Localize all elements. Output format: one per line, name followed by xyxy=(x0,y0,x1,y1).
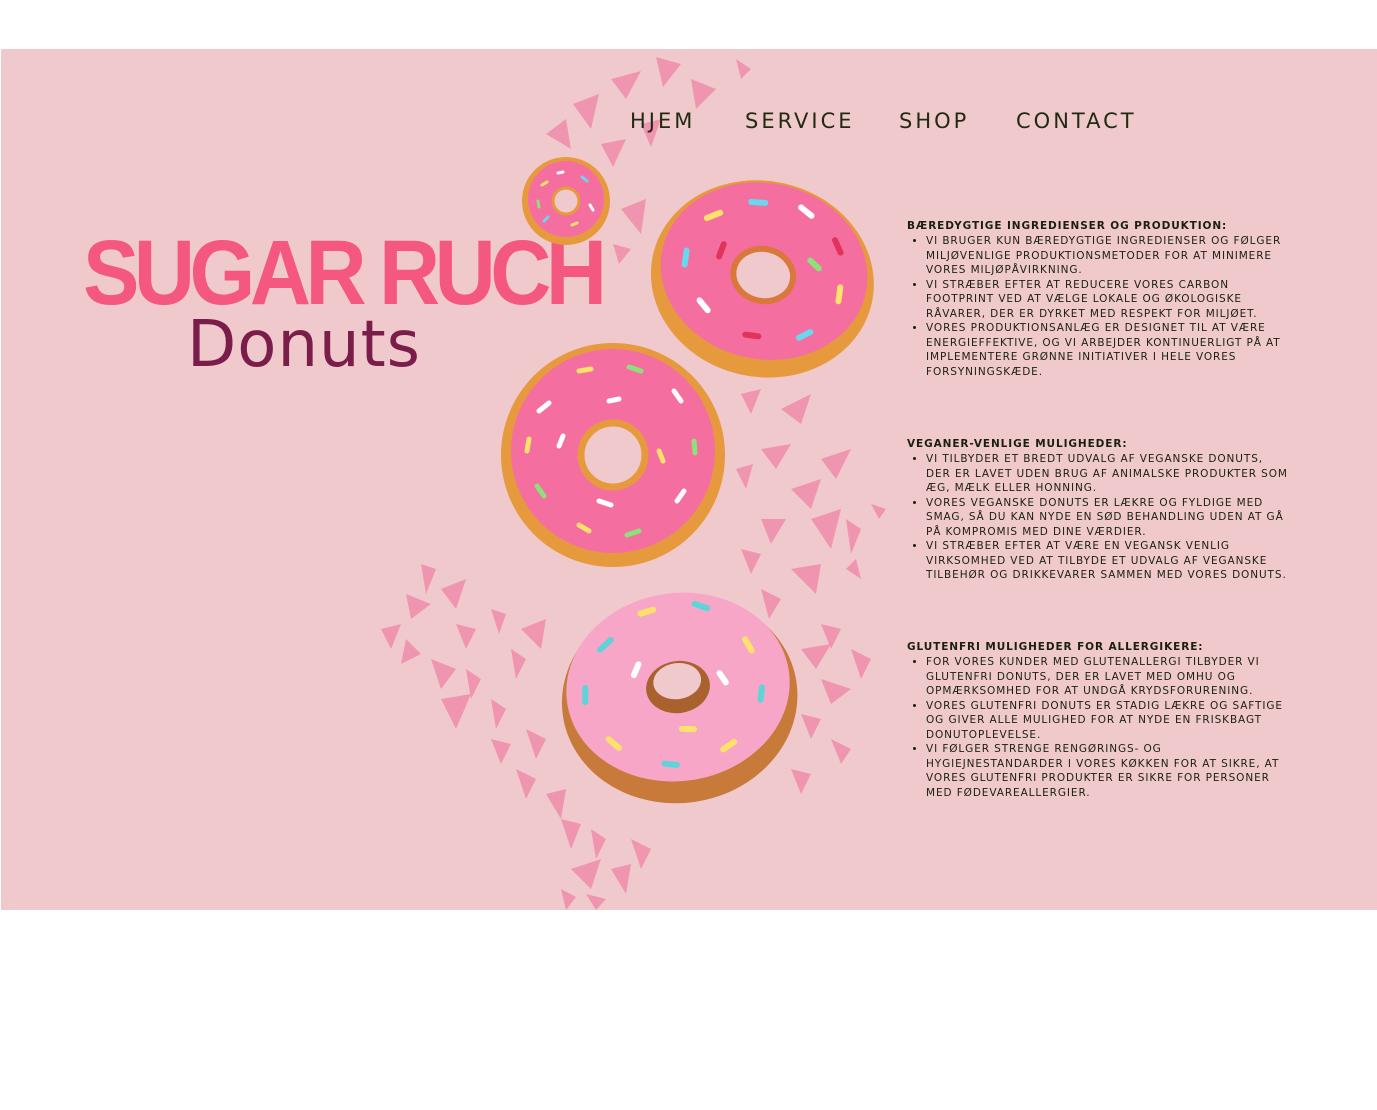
nav-item-shop[interactable]: SHOP xyxy=(899,109,969,133)
list-item: Vi stræber efter at være en vegansk venl… xyxy=(926,539,1289,583)
hero-section: HJEM SERVICE SHOP CONTACT SUGAR RUCH Don… xyxy=(1,49,1377,910)
list-item: Vores veganske donuts er lækre og fyldig… xyxy=(926,496,1289,540)
list-item: Vi stræber efter at reducere vores carbo… xyxy=(926,278,1289,322)
nav-item-contact[interactable]: CONTACT xyxy=(1016,109,1137,133)
section-heading: Bæredygtige ingredienser og produktion: xyxy=(907,220,1228,232)
list-item: Vores glutenfri donuts er stadig lækre o… xyxy=(926,699,1289,743)
bullet-list: Vi bruger kun bæredygtige ingredienser o… xyxy=(907,234,1289,379)
bullet-list: For vores kunder med glutenallergi tilby… xyxy=(907,655,1289,800)
small-donut-image xyxy=(522,157,610,245)
section-heading: Veganer-venlige muligheder: xyxy=(907,438,1128,450)
nav-item-service[interactable]: SERVICE xyxy=(745,109,855,133)
info-section-gluten-free: Glutenfri muligheder for allergikere: Fo… xyxy=(907,641,1289,800)
glazed-donut-image-3 xyxy=(561,592,798,804)
list-item: Vi bruger kun bæredygtige ingredienser o… xyxy=(926,234,1289,278)
list-item: Vi følger strenge rengørings- og hygiejn… xyxy=(926,742,1289,800)
list-item: Vi tilbyder et bredt udvalg af veganske … xyxy=(926,452,1289,496)
section-heading: Glutenfri muligheder for allergikere: xyxy=(907,641,1204,653)
brand-logo: SUGAR RUCH Donuts xyxy=(83,227,607,387)
bullet-list: Vi tilbyder et bredt udvalg af veganske … xyxy=(907,452,1289,583)
list-item: For vores kunder med glutenallergi tilby… xyxy=(926,655,1289,699)
nav-item-hjem[interactable]: HJEM xyxy=(630,109,695,133)
glazed-donut-image-2 xyxy=(501,343,725,567)
brand-subtitle: Donuts xyxy=(187,308,421,382)
list-item: Vores produktionsanlæg er designet til a… xyxy=(926,321,1289,379)
info-section-sustainability: Bæredygtige ingredienser og produktion: … xyxy=(907,220,1289,379)
info-section-vegan: Veganer-venlige muligheder: Vi tilbyder … xyxy=(907,438,1289,583)
